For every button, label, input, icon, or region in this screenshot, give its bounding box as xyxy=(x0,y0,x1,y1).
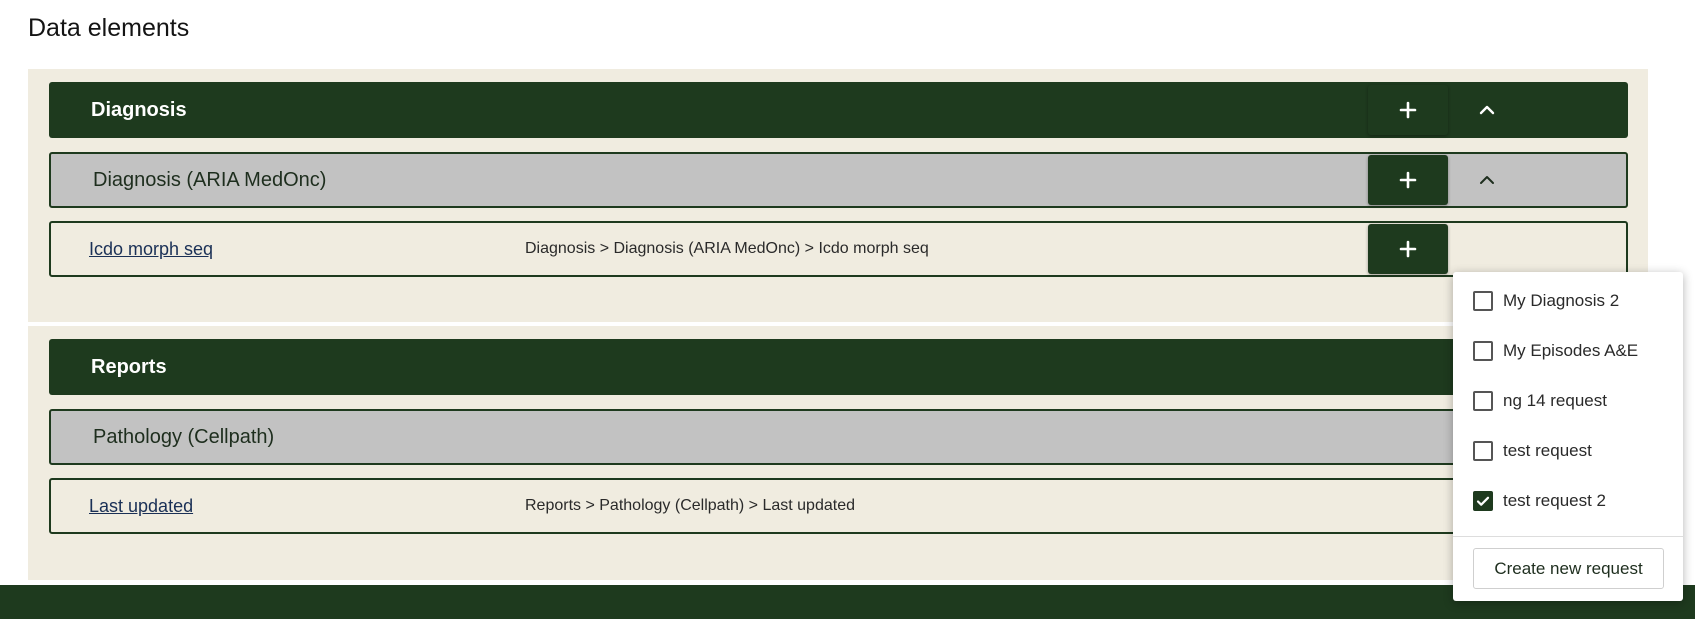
subsection-title-pathology-cellpath: Pathology (Cellpath) xyxy=(93,425,275,448)
dropdown-item[interactable]: test request xyxy=(1473,436,1592,466)
dropdown-item-label: test request 2 xyxy=(1503,491,1607,510)
subsection-title-aria-medonc: Diagnosis (ARIA MedOnc) xyxy=(93,168,327,191)
request-dropdown: My Diagnosis 2 My Episodes A&E ng 14 req… xyxy=(1453,272,1683,601)
checkbox[interactable] xyxy=(1473,291,1493,311)
plus-icon xyxy=(1399,101,1417,119)
create-new-request-button[interactable]: Create new request xyxy=(1473,548,1664,589)
checkbox-checked[interactable] xyxy=(1473,491,1493,511)
section-title-reports: Reports xyxy=(91,355,167,378)
checkbox[interactable] xyxy=(1473,391,1493,411)
collapse-aria-medonc-button[interactable] xyxy=(1462,155,1512,205)
data-element-path: Reports > Pathology (Cellpath) > Last up… xyxy=(525,497,855,514)
dropdown-item-label: test request xyxy=(1503,441,1592,460)
add-aria-medonc-button[interactable] xyxy=(1368,155,1448,205)
dropdown-item[interactable]: My Diagnosis 2 xyxy=(1473,286,1619,316)
chevron-up-icon xyxy=(1480,176,1494,184)
dropdown-divider xyxy=(1453,536,1683,537)
collapse-diagnosis-button[interactable] xyxy=(1462,85,1512,135)
page-title: Data elements xyxy=(28,14,190,42)
data-element-path: Diagnosis > Diagnosis (ARIA MedOnc) > Ic… xyxy=(525,240,929,257)
dropdown-item[interactable]: ng 14 request xyxy=(1473,386,1607,416)
checkbox[interactable] xyxy=(1473,441,1493,461)
pathology-cellpath-header[interactable]: Pathology (Cellpath) xyxy=(49,409,1628,465)
diagnosis-aria-medonc-header[interactable]: Diagnosis (ARIA MedOnc) xyxy=(49,152,1628,208)
data-element-row: Icdo morph seq Diagnosis > Diagnosis (AR… xyxy=(49,221,1628,277)
data-element-link-last-updated[interactable]: Last updated xyxy=(89,496,193,517)
data-element-link-icdo-morph-seq[interactable]: Icdo morph seq xyxy=(89,239,213,260)
check-icon xyxy=(1476,496,1490,506)
data-element-row: Last updated Reports > Pathology (Cellpa… xyxy=(49,478,1628,534)
reports-header[interactable]: Reports xyxy=(49,339,1628,395)
section-title-diagnosis: Diagnosis xyxy=(91,98,187,121)
chevron-up-icon xyxy=(1479,105,1495,115)
reports-panel: Reports Pathology (Cellpath) Last update… xyxy=(28,326,1648,580)
dropdown-item[interactable]: test request 2 xyxy=(1473,486,1606,516)
dropdown-item-label: ng 14 request xyxy=(1503,391,1607,410)
dropdown-item-label: My Diagnosis 2 xyxy=(1503,291,1620,310)
dropdown-item[interactable]: My Episodes A&E xyxy=(1473,336,1638,366)
diagnosis-header[interactable]: Diagnosis xyxy=(49,82,1628,138)
plus-icon xyxy=(1399,171,1417,189)
dropdown-item-label: My Episodes A&E xyxy=(1503,341,1639,360)
plus-icon xyxy=(1399,240,1417,258)
checkbox[interactable] xyxy=(1473,341,1493,361)
footer-bar xyxy=(0,585,1695,619)
add-diagnosis-button[interactable] xyxy=(1368,85,1448,135)
add-icdo-morph-seq-button[interactable] xyxy=(1368,224,1448,274)
diagnosis-panel: Diagnosis Diagnosis (ARIA MedOnc) Icdo m… xyxy=(28,69,1648,322)
